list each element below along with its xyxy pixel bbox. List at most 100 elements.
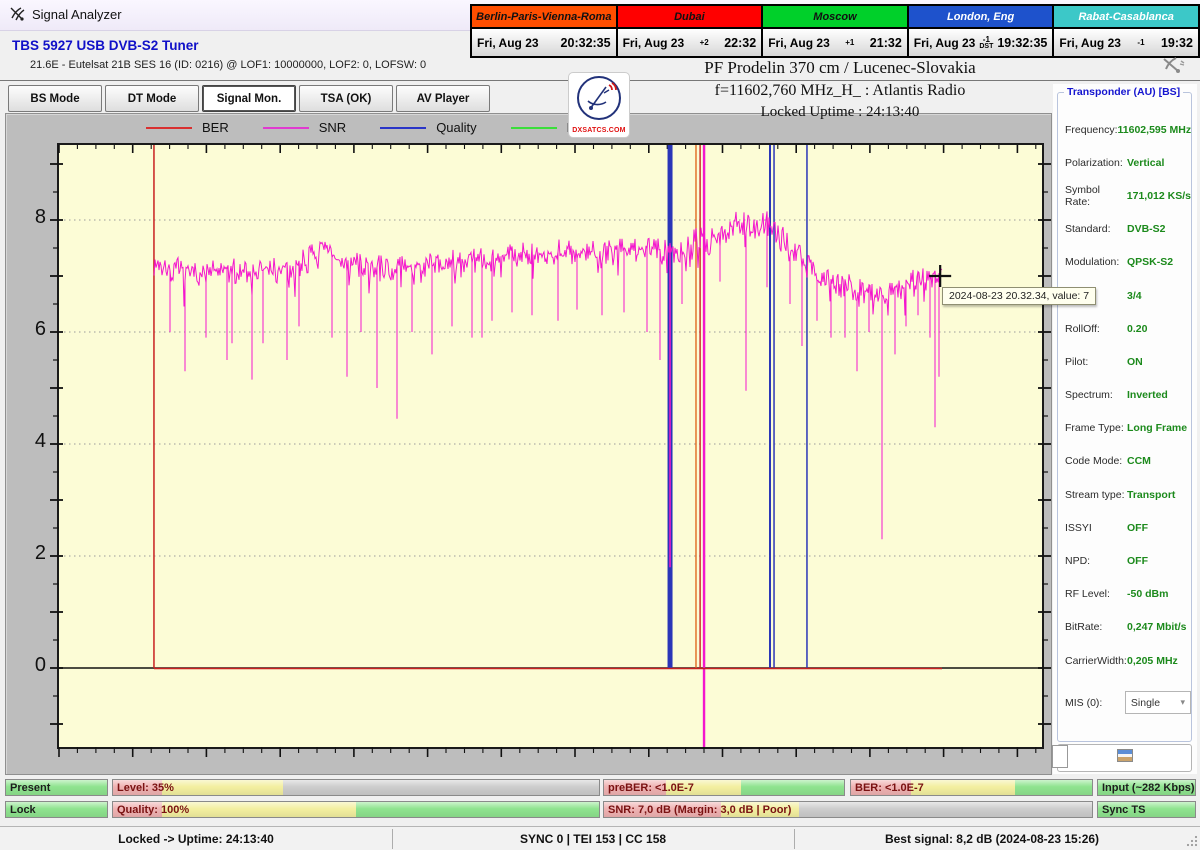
transponder-field: BitRate:0,247 Mbit/s [1058,611,1191,644]
y-tick-label: 0 [16,654,46,677]
gauge-preber: preBER: <1.0E-7 [603,779,845,796]
gauge-segment [799,802,1092,817]
gauge-present: Present [5,779,108,796]
gauge-input: Input (~282 Kbps) [1097,779,1196,796]
clock-city-label: Rabat-Casablanca [1054,6,1198,29]
gauge-syncts: Sync TS [1097,801,1196,818]
gauge-segment [741,780,844,795]
field-label: NPD: [1058,555,1127,567]
clock-offset-value: -1 [983,36,990,43]
gauge-label: Quality: 100% [117,802,189,817]
signal-chart-plot[interactable] [57,143,1044,749]
field-label: Polarization: [1058,157,1127,169]
details-button[interactable] [1057,744,1192,772]
legend-item-ber: BER [146,120,229,135]
transponder-field: NPD:OFF [1058,544,1191,577]
legend-color-dash [511,127,557,129]
gauge-segment [283,780,599,795]
mis-row: MIS (0): Single ▾ [1058,691,1191,714]
gauge-level: Level: 35% [112,779,600,796]
gauge-segment [356,802,599,817]
field-label: BitRate: [1058,621,1127,633]
clock-column: MoscowFri, Aug 23+121:32 [763,6,909,56]
gauge-segment [1015,780,1092,795]
transponder-field: Code Mode:CCM [1058,445,1191,478]
field-value: Vertical [1127,157,1191,169]
tab-dt-mode[interactable]: DT Mode [105,85,199,112]
clock-column: Berlin-Paris-Vienna-RomaFri, Aug 2320:32… [472,6,618,56]
satellite-mini-icon [1160,55,1186,80]
clock-city-label: Moscow [763,6,907,29]
field-value: Long Frame [1127,422,1191,434]
gauge-snr: SNR: 7,0 dB (Margin: 3,0 dB | Poor) [603,801,1093,818]
signal-analyzer-window: Signal Analyzer Berlin-Paris-Vienna-Roma… [0,0,1200,850]
transponder-field: Polarization:Vertical [1058,146,1191,179]
transponder-field: ISSYIOFF [1058,511,1191,544]
antenna-location-title: PF Prodelin 370 cm / Lucenec-Slovakia [600,58,1080,78]
field-label: CarrierWidth: [1058,655,1127,667]
clock-offset-value: +1 [845,39,854,46]
y-tick-label: 4 [16,430,46,453]
clock-time-cell: Fri, Aug 23+222:32 [618,29,762,56]
gauge-fill [113,780,599,795]
gauge-label: Present [10,780,50,795]
clock-utc-offset: +2 [700,39,709,46]
field-value: CCM [1127,455,1191,467]
transponder-field: Pilot:ON [1058,345,1191,378]
gauge-label: Level: 35% [117,780,174,795]
field-value: 0,247 Mbit/s [1127,621,1191,633]
gauge-segment [911,780,1015,795]
field-value: Inverted [1127,389,1191,401]
status-sync-counters: SYNC 0 | TEI 153 | CC 158 [392,827,794,850]
field-value: Transport [1127,489,1191,501]
transponder-sidebar: Transponder (AU) [BS] Frequency:11602,59… [1053,84,1197,774]
resize-grip[interactable] [1186,835,1198,850]
dxsatcs-logo-icon [576,75,622,126]
clock-date: Fri, Aug 23 [623,36,685,50]
transponder-field: Symbol Rate:171,012 KS/s [1058,179,1191,212]
field-value: 11602,595 MHz [1118,124,1192,136]
dxsatcs-logo-text: DXSATCS.COM [572,127,625,134]
field-label: Code Mode: [1058,455,1127,467]
y-tick-label: 6 [16,318,46,341]
field-label: RF Level: [1058,588,1127,600]
legend-item-snr: SNR [263,120,346,135]
clock-time-cell: Fri, Aug 23 -1 19:32 [1054,29,1198,56]
legend-item-quality: Quality [380,120,476,135]
clock-utc-offset: +1 [845,39,854,46]
dxsatcs-logo: DXSATCS.COM [568,72,630,138]
tab-av-player[interactable]: AV Player [396,85,490,112]
field-value: ON [1127,356,1191,368]
clock-utc-offset: -1 [1137,39,1144,46]
legend-label: SNR [319,120,346,135]
transponder-field: RF Level:-50 dBm [1058,578,1191,611]
gauge-label: preBER: <1.0E-7 [608,780,694,795]
tuner-name: TBS 5927 USB DVB-S2 Tuner [12,38,199,53]
tab-bs-mode[interactable]: BS Mode [8,85,102,112]
field-value: 3/4 [1127,290,1191,302]
clock-date: Fri, Aug 23 [1059,36,1121,50]
transponder-field: RollOff:0.20 [1058,312,1191,345]
field-label: ISSYI [1058,522,1127,534]
transponder-field: CarrierWidth:0,205 MHz [1058,644,1191,677]
tab-tsa-ok-[interactable]: TSA (OK) [299,85,393,112]
clock-utc-offset: -1DST [979,36,993,50]
tab-signal-mon-[interactable]: Signal Mon. [202,85,296,112]
field-value: 0.20 [1127,323,1191,335]
transponder-field: Stream type:Transport [1058,478,1191,511]
field-label: Pilot: [1058,356,1127,368]
field-label: Spectrum: [1058,389,1127,401]
mis-select[interactable]: Single ▾ [1125,691,1191,714]
status-locked-uptime: Locked -> Uptime: 24:13:40 [0,827,392,850]
transponder-field: Modulation:QPSK-S2 [1058,246,1191,279]
field-value: OFF [1127,555,1191,567]
gauge-label: BER: <1.0E-7 [855,780,924,795]
transponder-field: Frequency:11602,595 MHz [1058,113,1191,146]
gauge-label: Input (~282 Kbps) [1102,780,1195,795]
clock-time: 21:32 [870,36,902,50]
clock-time-cell: Fri, Aug 2320:32:35 [472,29,616,56]
clock-column: DubaiFri, Aug 23+222:32 [618,6,764,56]
legend-color-dash [146,127,192,129]
clock-time: 19:32 [1161,36,1193,50]
legend-label: Quality [436,120,476,135]
